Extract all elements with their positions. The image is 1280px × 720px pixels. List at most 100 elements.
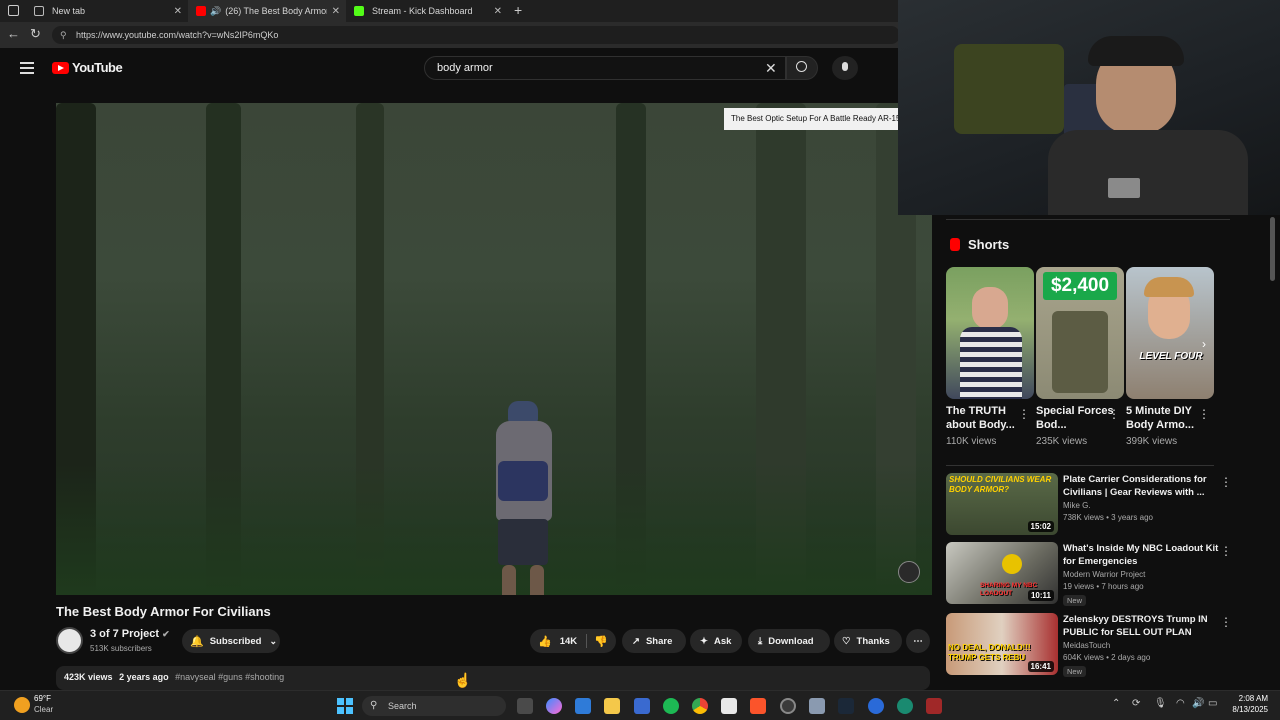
battery-icon[interactable]: ▭ bbox=[1208, 698, 1217, 709]
next-shorts-chevron-icon[interactable]: › bbox=[1202, 337, 1206, 351]
recommended-video[interactable]: SHARING MY NBC LOADOUT 10:11 What's Insi… bbox=[946, 542, 1236, 606]
thanks-icon: ♡ bbox=[842, 635, 851, 647]
copilot-icon[interactable] bbox=[546, 698, 562, 714]
end-card-video[interactable]: The Best Optic Setup For A Battle Ready … bbox=[724, 108, 900, 130]
windows-taskbar: 69°F Clear ⚲ Search ⌃ ⟳ 🎙 ◠ 🔊 ▭ 2:08 AM … bbox=[0, 690, 1280, 720]
more-options-icon[interactable]: ⋮ bbox=[1108, 407, 1120, 421]
close-tab-icon[interactable]: ✕ bbox=[494, 6, 502, 17]
recommended-video[interactable]: SHOULD CIVILIANS WEAR BODY ARMOR? 15:02 … bbox=[946, 473, 1236, 535]
tab-kick-dashboard[interactable]: Stream - Kick Dashboard ✕ bbox=[346, 0, 508, 22]
video-thumbnail[interactable]: SHOULD CIVILIANS WEAR BODY ARMOR? 15:02 bbox=[946, 473, 1058, 535]
chevron-up-icon[interactable]: ⌃ bbox=[1112, 698, 1120, 709]
video-title[interactable]: Plate Carrier Considerations for Civilia… bbox=[1063, 473, 1223, 499]
obs-icon[interactable] bbox=[780, 698, 796, 714]
subscribed-button[interactable]: 🔔 Subscribed ⌄ bbox=[182, 629, 280, 653]
short-thumbnail[interactable]: LEVEL FOUR › bbox=[1126, 267, 1214, 399]
channel-name-link[interactable]: 3 of 7 Project ✔ bbox=[90, 628, 170, 640]
voice-search-button[interactable] bbox=[832, 56, 858, 80]
subscribed-label: Subscribed bbox=[209, 635, 262, 647]
microphone-icon[interactable]: 🎙 bbox=[1154, 698, 1167, 709]
wifi-icon[interactable]: ◠ bbox=[1176, 698, 1185, 709]
like-count[interactable]: 14K bbox=[560, 636, 577, 647]
more-options-icon[interactable]: ⋮ bbox=[1220, 615, 1232, 629]
channel-watermark-icon[interactable] bbox=[898, 561, 920, 583]
app-icon[interactable] bbox=[926, 698, 942, 714]
tab-new-tab[interactable]: New tab ✕ bbox=[26, 0, 188, 22]
short-title[interactable]: Special Forces Bod... bbox=[1036, 404, 1114, 432]
brave-icon[interactable] bbox=[750, 698, 766, 714]
video-title[interactable]: Zelenskyy DESTROYS Trump IN PUBLIC for S… bbox=[1063, 613, 1223, 639]
weather-icon[interactable] bbox=[14, 697, 30, 713]
hashtags[interactable]: #navyseal #guns #shooting bbox=[175, 672, 284, 682]
channel-name[interactable]: Modern Warrior Project bbox=[1063, 570, 1145, 579]
taskbar-search[interactable]: ⚲ Search bbox=[362, 696, 506, 716]
video-player[interactable]: The Best Optic Setup For A Battle Ready … bbox=[56, 103, 932, 595]
start-button[interactable] bbox=[337, 698, 353, 714]
share-button[interactable]: ↗ Share bbox=[622, 629, 686, 653]
more-options-icon[interactable]: ⋮ bbox=[1018, 407, 1030, 421]
video-title[interactable]: What's Inside My NBC Loadout Kit for Eme… bbox=[1063, 542, 1223, 568]
search-input[interactable]: body armor ✕ bbox=[424, 56, 786, 80]
channel-name[interactable]: Mike G. bbox=[1063, 501, 1091, 510]
more-actions-button[interactable]: ⋯ bbox=[906, 629, 930, 653]
reload-icon[interactable]: ↻ bbox=[30, 26, 41, 42]
duration-badge: 16:41 bbox=[1027, 661, 1054, 672]
short-thumbnail[interactable]: $2,400 bbox=[1036, 267, 1124, 399]
download-button[interactable]: ⤓ Download bbox=[748, 629, 830, 653]
volume-icon[interactable]: 🔊 bbox=[1192, 698, 1204, 709]
paint-icon[interactable] bbox=[721, 698, 737, 714]
file-explorer-icon[interactable] bbox=[604, 698, 620, 714]
webcam-overlay bbox=[898, 0, 1280, 215]
spotify-icon[interactable] bbox=[663, 698, 679, 714]
ask-button[interactable]: ✦ Ask bbox=[690, 629, 742, 653]
app-icon[interactable] bbox=[868, 698, 884, 714]
channel-name[interactable]: MeidasTouch bbox=[1063, 641, 1110, 650]
clock-time[interactable]: 2:08 AM bbox=[1226, 694, 1268, 703]
download-icon: ⤓ bbox=[758, 635, 763, 647]
short-title[interactable]: 5 Minute DIY Body Armo... bbox=[1126, 404, 1204, 432]
search-button[interactable] bbox=[786, 56, 818, 80]
short-title[interactable]: The TRUTH about Body... bbox=[946, 404, 1024, 432]
menu-icon[interactable] bbox=[20, 62, 34, 74]
thumbnail-text: SHOULD CIVILIANS WEAR BODY ARMOR? bbox=[949, 475, 1052, 494]
chrome-icon[interactable] bbox=[692, 698, 708, 714]
short-views: 399K views bbox=[1126, 436, 1178, 447]
todo-icon[interactable] bbox=[575, 698, 591, 714]
clear-search-icon[interactable]: ✕ bbox=[765, 57, 777, 79]
task-view-icon[interactable] bbox=[517, 698, 533, 714]
site-info-icon[interactable]: ⚲ bbox=[60, 26, 67, 44]
sync-icon[interactable]: ⟳ bbox=[1132, 698, 1140, 709]
tab-youtube[interactable]: 🔊 (26) The Best Body Armor Fo ✕ bbox=[188, 0, 346, 22]
clock-date[interactable]: 8/13/2025 bbox=[1226, 705, 1268, 714]
more-options-icon[interactable]: ⋮ bbox=[1220, 475, 1232, 489]
video-thumbnail[interactable]: SHARING MY NBC LOADOUT 10:11 bbox=[946, 542, 1058, 604]
description-box[interactable]: 423K views 2 years ago #navyseal #guns #… bbox=[56, 666, 930, 690]
dislike-icon[interactable]: 👎 bbox=[594, 635, 608, 648]
recommended-video[interactable]: NO DEAL, DONALD!!! TRUMP GETS REBU 16:41… bbox=[946, 613, 1236, 677]
like-icon[interactable]: 👍 bbox=[538, 635, 552, 648]
speaker-icon[interactable]: 🔊 bbox=[210, 6, 221, 17]
close-tab-icon[interactable]: ✕ bbox=[174, 6, 182, 17]
steam-icon[interactable] bbox=[838, 698, 854, 714]
shorts-icon bbox=[950, 238, 960, 251]
edge-icon[interactable] bbox=[897, 698, 913, 714]
bell-icon: 🔔 bbox=[190, 635, 204, 648]
scrollbar-thumb[interactable] bbox=[1270, 217, 1275, 281]
more-options-icon[interactable]: ⋮ bbox=[1198, 407, 1210, 421]
search-icon: ⚲ bbox=[370, 700, 378, 711]
new-tab-plus-icon[interactable]: + bbox=[514, 2, 522, 18]
settings-gear-icon[interactable] bbox=[809, 698, 825, 714]
weather-temp[interactable]: 69°F bbox=[34, 694, 51, 703]
channel-avatar[interactable] bbox=[56, 627, 83, 654]
back-arrow-icon[interactable]: ← bbox=[7, 26, 20, 41]
thanks-button[interactable]: ♡ Thanks bbox=[834, 629, 902, 653]
store-icon[interactable] bbox=[634, 698, 650, 714]
tab-actions-icon[interactable] bbox=[8, 5, 19, 16]
short-thumbnail[interactable] bbox=[946, 267, 1034, 399]
url-bar[interactable]: ⚲ https://www.youtube.com/watch?v=wNs2IP… bbox=[52, 26, 900, 44]
youtube-logo[interactable]: YouTube bbox=[52, 60, 123, 75]
weather-desc: Clear bbox=[34, 705, 54, 714]
video-thumbnail[interactable]: NO DEAL, DONALD!!! TRUMP GETS REBU 16:41 bbox=[946, 613, 1058, 675]
close-tab-icon[interactable]: ✕ bbox=[332, 6, 340, 17]
more-options-icon[interactable]: ⋮ bbox=[1220, 544, 1232, 558]
